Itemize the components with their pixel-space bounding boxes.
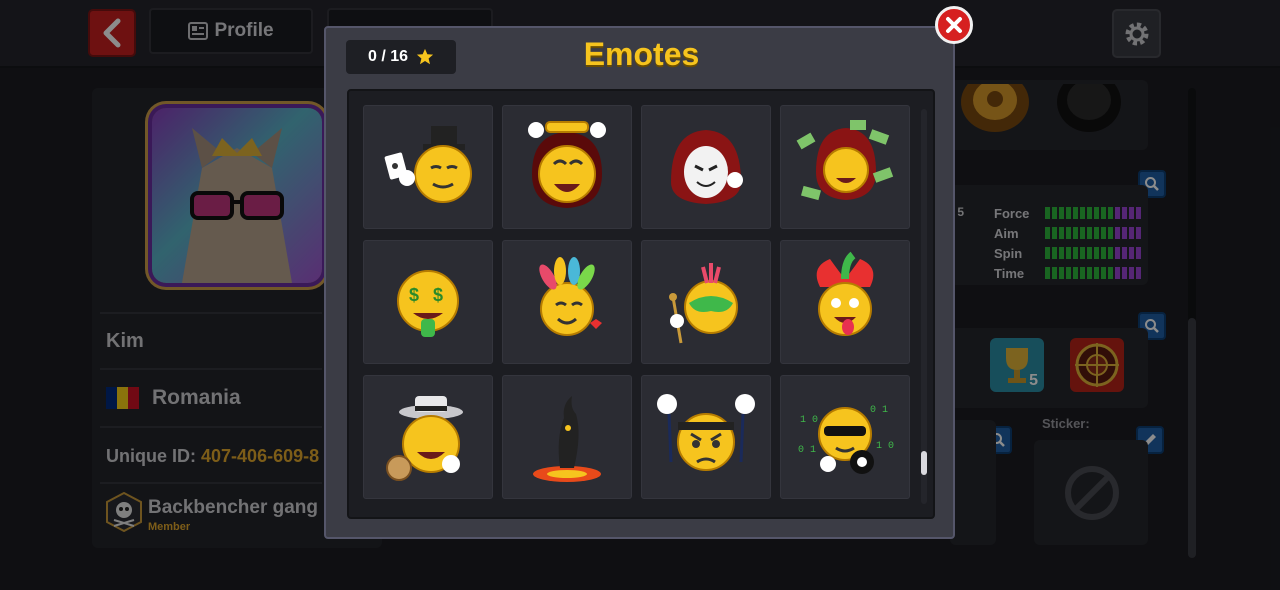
modal-title: Emotes — [583, 36, 700, 72]
svg-text:1 0: 1 0 — [800, 415, 818, 426]
emote-grid-container: $ $ 1 0 0 1 0 1 1 0 — [347, 89, 935, 519]
emote-fedora-tambourine[interactable] — [363, 375, 493, 499]
svg-text:0 1: 0 1 — [798, 445, 816, 456]
gentleman-emote-icon — [384, 126, 472, 203]
angry-fists-emote-icon — [657, 394, 755, 471]
masked-hacker-emote-icon — [671, 130, 743, 204]
emote-scrollbar-thumb[interactable] — [921, 451, 927, 475]
fedora-tambourine-emote-icon — [386, 396, 463, 481]
emote-grid: $ $ 1 0 0 1 0 1 1 0 — [363, 105, 910, 499]
svg-text:0 1: 0 1 — [870, 405, 888, 416]
emote-money-eyes[interactable]: $ $ — [363, 240, 493, 364]
emote-scrollbar[interactable] — [921, 109, 927, 504]
money-eyes-emote-icon: $ $ — [397, 270, 459, 337]
cool-8ball-emote-icon: 1 0 0 1 0 1 1 0 — [798, 405, 894, 474]
svg-text:$: $ — [433, 285, 443, 305]
fire-spirit-emote-icon — [533, 396, 601, 482]
jester-emote-icon — [816, 251, 874, 336]
close-icon — [946, 17, 962, 33]
emote-money-rain[interactable] — [780, 105, 910, 229]
emote-fire-spirit[interactable] — [502, 375, 632, 499]
carnival-mask-emote-icon — [669, 263, 738, 344]
emote-cool-8ball-matrix[interactable]: 1 0 0 1 0 1 1 0 — [780, 375, 910, 499]
emote-gentleman-card[interactable] — [363, 105, 493, 229]
emote-angry-fists[interactable] — [641, 375, 771, 499]
emote-jester[interactable] — [780, 240, 910, 364]
emote-carnival-feathers[interactable] — [502, 240, 632, 364]
svg-text:$: $ — [409, 285, 419, 305]
angel-laugh-emote-icon — [528, 121, 606, 208]
carnival-feathers-emote-icon — [539, 257, 602, 336]
emote-angel-laugh[interactable] — [502, 105, 632, 229]
emote-carnival-mask[interactable] — [641, 240, 771, 364]
emote-masked-hacker[interactable] — [641, 105, 771, 229]
money-rain-emote-icon — [796, 120, 894, 201]
emotes-modal: 0 / 16 Emotes $ $ 1 0 0 1 0 1 1 0 — [324, 26, 955, 539]
close-button[interactable] — [935, 6, 973, 44]
svg-text:1 0: 1 0 — [876, 441, 894, 452]
